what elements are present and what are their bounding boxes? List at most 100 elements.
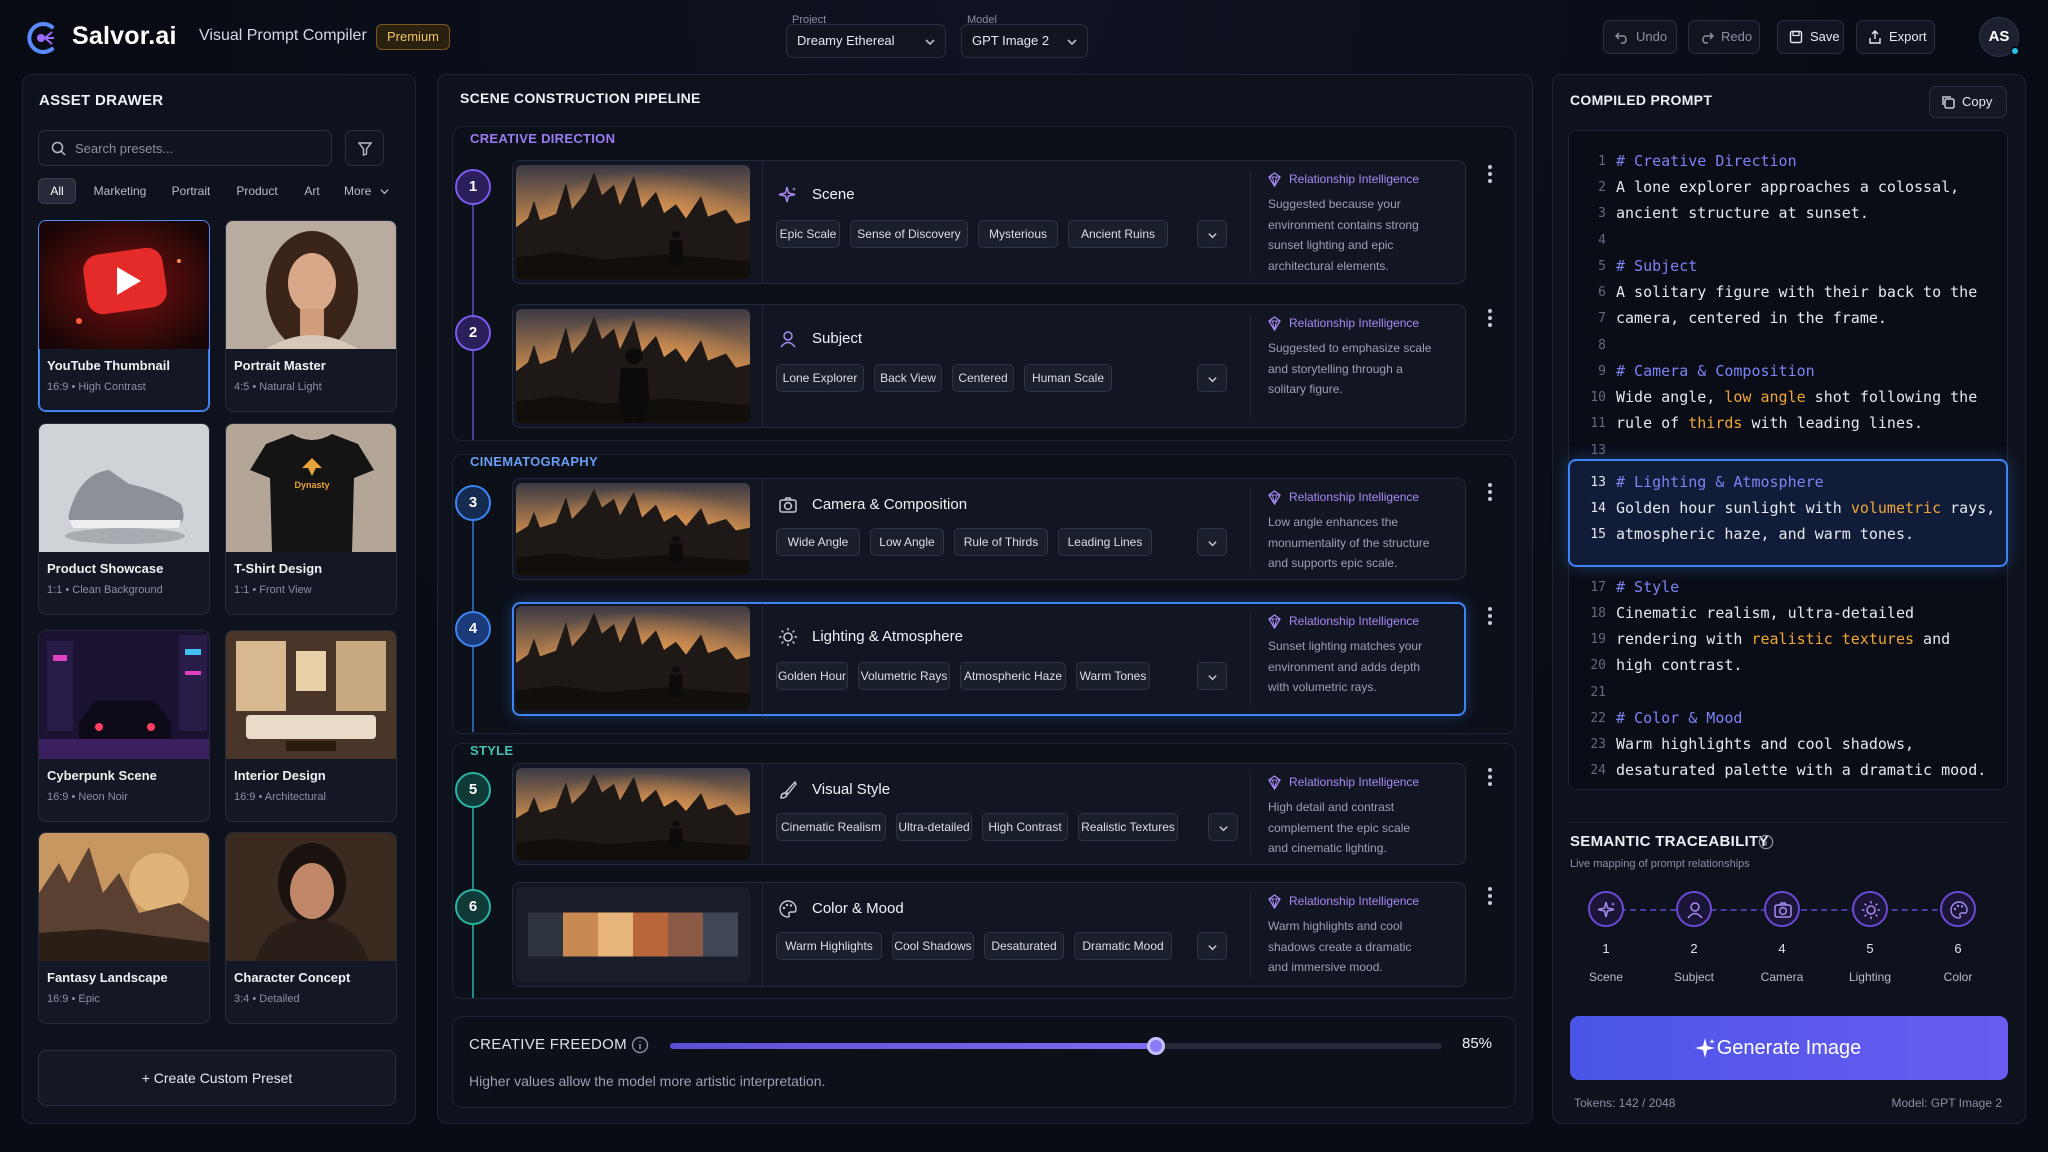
relationship-intelligence-title: Relationship Intelligence [1267, 172, 1419, 187]
creative-freedom-slider-handle[interactable] [1146, 1037, 1165, 1055]
expand-chips-button[interactable] [1197, 364, 1227, 392]
info-icon[interactable] [631, 1036, 649, 1054]
line-number: 9 [1598, 364, 1606, 379]
expand-chips-button[interactable] [1197, 662, 1227, 690]
tag-chip[interactable]: Golden Hour [776, 662, 848, 690]
tag-chip[interactable]: Realistic Textures [1078, 813, 1178, 841]
trace-node-lighting[interactable] [1852, 891, 1888, 927]
category-marketing[interactable]: Marketing [86, 178, 154, 204]
more-options-icon[interactable] [1482, 480, 1498, 504]
category-product[interactable]: Product [228, 178, 286, 204]
model-select[interactable]: GPT Image 2 [961, 24, 1088, 58]
trace-node-scene[interactable] [1588, 891, 1624, 927]
tag-chip[interactable]: Ancient Ruins [1068, 220, 1168, 248]
filter-button[interactable] [345, 130, 384, 166]
section-label-cinematography: CINEMATOGRAPHY [470, 454, 598, 469]
tag-chip[interactable]: Sense of Discovery [850, 220, 968, 248]
relationship-intelligence-text: shadows create a dramatic [1268, 939, 1412, 954]
trace-node-label: Scene [1588, 970, 1624, 984]
relationship-intelligence-text: complement the epic scale [1268, 820, 1411, 835]
redo-label: Redo [1721, 29, 1753, 44]
redo-button[interactable]: Redo [1688, 20, 1760, 54]
trace-node-color[interactable] [1940, 891, 1976, 927]
tag-chip[interactable]: Back View [874, 364, 942, 392]
preset-card-portrait-master[interactable]: Portrait Master 4:5 • Natural Light [225, 220, 397, 412]
row-title-label: Lighting & Atmosphere [812, 628, 963, 645]
line-number: 6 [1598, 285, 1606, 300]
tag-chip[interactable]: Leading Lines [1058, 528, 1152, 556]
tag-chip[interactable]: Dramatic Mood [1074, 932, 1172, 960]
more-options-icon[interactable] [1482, 162, 1498, 186]
row-title: Subject [778, 330, 862, 348]
preset-card-youtube-thumbnail[interactable]: YouTube Thumbnail 16:9 • High Contrast [38, 220, 210, 412]
row-title: Scene [778, 186, 855, 203]
tag-chip[interactable]: Low Angle [870, 528, 944, 556]
expand-chips-button[interactable] [1197, 220, 1227, 248]
expand-chips-button[interactable] [1208, 813, 1238, 841]
line-number: 20 [1590, 658, 1606, 673]
tag-chip[interactable]: Centered [952, 364, 1014, 392]
line-number: 1 [1598, 154, 1606, 169]
project-select[interactable]: Dreamy Ethereal [786, 24, 946, 58]
tag-chip[interactable]: Warm Tones [1076, 662, 1150, 690]
generate-image-button[interactable]: Generate Image [1570, 1016, 2008, 1080]
preset-search[interactable] [38, 130, 332, 166]
tag-chip[interactable]: Desaturated [984, 932, 1064, 960]
ri-label: Relationship Intelligence [1289, 894, 1420, 908]
category-all[interactable]: All [38, 178, 76, 204]
save-button[interactable]: Save [1777, 20, 1844, 54]
preset-card-fantasy-landscape[interactable]: Fantasy Landscape 16:9 • Epic [38, 832, 210, 1024]
chevron-down-icon [924, 36, 936, 48]
info-icon[interactable] [1758, 834, 1774, 850]
code-line: atmospheric haze, and warm tones. [1616, 525, 1915, 543]
more-options-icon[interactable] [1482, 306, 1498, 330]
tag-chip[interactable]: Mysterious [978, 220, 1058, 248]
more-options-icon[interactable] [1482, 884, 1498, 908]
semantic-traceability-subtitle: Live mapping of prompt relationships [1570, 858, 1750, 870]
code-line: A solitary figure with their back to the [1616, 283, 1978, 301]
divider [762, 603, 763, 715]
tag-chip[interactable]: High Contrast [982, 813, 1068, 841]
tag-chip[interactable]: Epic Scale [776, 220, 840, 248]
more-options-icon[interactable] [1482, 765, 1498, 789]
preset-card-cyberpunk-scene[interactable]: Cyberpunk Scene 16:9 • Neon Noir [38, 630, 210, 822]
trace-node-camera[interactable] [1764, 891, 1800, 927]
category-more[interactable]: More [338, 178, 390, 204]
tag-chip[interactable]: Lone Explorer [776, 364, 864, 392]
line-number: 11 [1590, 416, 1606, 431]
code-line: camera, centered in the frame. [1616, 309, 1887, 327]
preset-card-product-showcase[interactable]: Product Showcase 1:1 • Clean Background [38, 423, 210, 615]
tag-chip[interactable]: Atmospheric Haze [960, 662, 1066, 690]
more-options-icon[interactable] [1482, 604, 1498, 628]
tag-chip[interactable]: Rule of Thirds [954, 528, 1048, 556]
preset-card-tshirt-design[interactable]: Dynasty T-Shirt Design 1:1 • Front View [225, 423, 397, 615]
logo-icon [22, 18, 62, 58]
tag-chip[interactable]: Human Scale [1024, 364, 1112, 392]
preset-card-character-concept[interactable]: Character Concept 3:4 • Detailed [225, 832, 397, 1024]
create-custom-preset-button[interactable]: + Create Custom Preset [38, 1050, 396, 1106]
creative-freedom-label: CREATIVE FREEDOM [469, 1036, 627, 1053]
category-art[interactable]: Art [296, 178, 328, 204]
line-number: 15 [1590, 527, 1606, 542]
expand-chips-button[interactable] [1197, 528, 1227, 556]
export-button[interactable]: Export [1856, 20, 1935, 54]
tag-chip[interactable]: Cool Shadows [892, 932, 974, 960]
trace-node-number: 5 [1866, 941, 1874, 956]
category-more-label: More [344, 184, 372, 198]
tag-chip[interactable]: Ultra-detailed [896, 813, 972, 841]
copy-button[interactable]: Copy [1929, 86, 2007, 118]
trace-node-subject[interactable] [1676, 891, 1712, 927]
asset-drawer-title: ASSET DRAWER [39, 92, 164, 109]
tag-chip[interactable]: Wide Angle [776, 528, 860, 556]
card-name: Fantasy Landscape [47, 970, 168, 985]
tag-chip[interactable]: Warm Highlights [776, 932, 882, 960]
tag-chip[interactable]: Cinematic Realism [776, 813, 886, 841]
category-portrait[interactable]: Portrait [164, 178, 218, 204]
tag-chip[interactable]: Volumetric Rays [858, 662, 950, 690]
undo-button[interactable]: Undo [1603, 20, 1677, 54]
search-input[interactable] [75, 131, 325, 165]
relationship-intelligence-text: Suggested to emphasize scale [1268, 341, 1432, 355]
preset-card-interior-design[interactable]: Interior Design 16:9 • Architectural [225, 630, 397, 822]
expand-chips-button[interactable] [1197, 932, 1227, 960]
step-number: 2 [455, 315, 491, 351]
